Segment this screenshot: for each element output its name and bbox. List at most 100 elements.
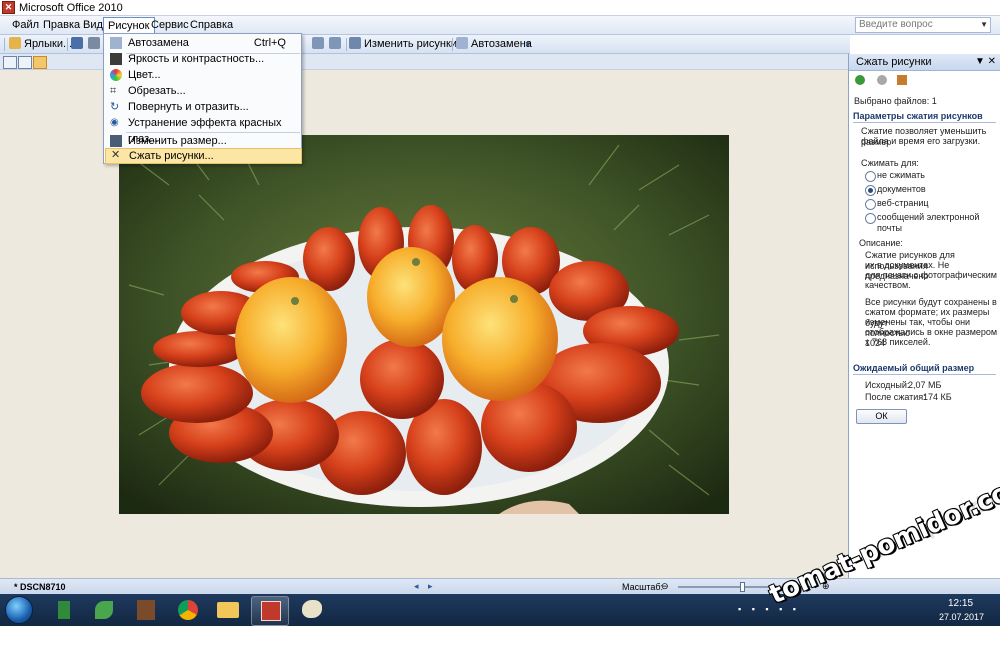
shortcut-icon xyxy=(9,37,21,49)
toolbar-separator xyxy=(452,38,453,51)
tomato-photo xyxy=(119,135,729,514)
files-selected-text: Выбрано файлов: 1 xyxy=(854,96,937,106)
option-label: документов xyxy=(877,184,926,194)
zoom-slider-thumb[interactable] xyxy=(740,582,745,592)
clock-time[interactable]: 12:15 xyxy=(948,598,973,609)
help-search-input[interactable]: Введите вопрос ▼ xyxy=(855,17,991,33)
task-pane-header: Сжать рисунки ▼ ✕ xyxy=(849,54,1000,71)
start-button[interactable] xyxy=(5,596,33,624)
menu-file[interactable]: Файл xyxy=(8,17,43,33)
filmstrip-view-icon[interactable] xyxy=(18,56,32,69)
radio-web-pages[interactable] xyxy=(865,199,876,210)
radio-documents[interactable] xyxy=(865,185,876,196)
autocorrect-label: Автозамена xyxy=(471,38,532,50)
window-title: Microsoft Office 2010 xyxy=(19,2,123,14)
zoom-label: Масштаб: xyxy=(622,582,664,592)
menu-item-label: Повернуть и отразить... xyxy=(128,101,249,113)
menu-item-rotate-flip[interactable]: ↻ Повернуть и отразить... xyxy=(105,99,300,115)
edit-pictures-button[interactable]: Изменить рисунки... xyxy=(349,37,466,52)
compress-for-label: Сжимать для: xyxy=(861,158,919,168)
office-app-icon: ✕ xyxy=(2,1,15,14)
rotate-icon xyxy=(312,37,324,49)
menu-item-label: Изменить размер... xyxy=(128,135,227,147)
description-line: x 768 пикселей. xyxy=(865,337,931,347)
windows-taskbar: ▪ ▪ ▪ ▪ ▪ 12:15 27.07.2017 xyxy=(0,594,1000,626)
close-icon[interactable]: ▼ ✕ xyxy=(975,56,996,67)
help-search-placeholder: Введите вопрос xyxy=(859,19,933,30)
zoom-out-icon[interactable]: ⊖ xyxy=(661,581,669,592)
menu-item-crop[interactable]: ⌗ Обрезать... xyxy=(105,83,300,99)
back-icon[interactable] xyxy=(855,75,865,85)
color-wheel-icon xyxy=(110,69,122,81)
explorer-icon[interactable] xyxy=(210,596,246,624)
edit-pictures-icon xyxy=(349,37,361,49)
print-icon xyxy=(88,37,100,49)
chevron-down-icon[interactable]: ▼ xyxy=(980,18,988,32)
autocorrect-button[interactable]: Автозамена xyxy=(456,37,532,52)
print-button[interactable] xyxy=(88,37,103,52)
menu-item-autocorrect[interactable]: Автозамена Ctrl+Q xyxy=(105,35,300,51)
after-size-label: После сжатия: xyxy=(865,392,926,402)
forward-icon[interactable] xyxy=(877,75,887,85)
menu-item-compress-pictures[interactable]: ✕ Сжать рисунки... xyxy=(105,148,302,164)
expected-size-heading: Ожидаемый общий размер xyxy=(853,363,996,375)
taskbar-app-icon[interactable] xyxy=(46,596,82,624)
resize-icon xyxy=(110,135,122,147)
save-icon xyxy=(71,37,83,49)
file-tab[interactable]: * DSCN8710 xyxy=(14,580,66,594)
status-bar: * DSCN8710 ◂ ▸ Масштаб: ⊖ ⊕ xyxy=(0,578,1000,594)
picture-manager-task[interactable] xyxy=(251,596,289,626)
menu-item-label: Обрезать... xyxy=(128,85,186,97)
params-desc-line-2: файла и время его загрузки. xyxy=(861,136,981,146)
menu-item-label: Автозамена xyxy=(128,37,189,49)
title-bar: ✕ Microsoft Office 2010 xyxy=(0,0,1000,16)
edit-pictures-label: Изменить рисунки... xyxy=(364,38,467,50)
autocorrect-icon xyxy=(110,37,122,49)
radio-email[interactable] xyxy=(865,213,876,224)
eye-icon: ◉ xyxy=(110,117,119,128)
menu-item-red-eye[interactable]: ◉ Устранение эффекта красных глаз... xyxy=(105,115,300,145)
menu-item-resize[interactable]: Изменить размер... xyxy=(105,133,300,149)
radio-no-compression[interactable] xyxy=(865,171,876,182)
screen-bottom-margin xyxy=(0,626,1000,660)
paint-icon[interactable] xyxy=(294,596,330,624)
menu-item-brightness-contrast[interactable]: Яркость и контрастность... xyxy=(105,51,300,67)
compress-params-heading: Параметры сжатия рисунков xyxy=(853,111,996,123)
toolbar-separator xyxy=(67,38,68,51)
chrome-icon[interactable] xyxy=(170,596,206,624)
original-size-value: 2,07 МБ xyxy=(908,380,942,390)
thumbnail-view-icon[interactable] xyxy=(3,56,17,69)
flip-icon xyxy=(329,37,341,49)
tray-icons[interactable]: ▪ ▪ ▪ ▪ ▪ xyxy=(738,604,808,616)
description-label: Описание: xyxy=(859,238,903,248)
taskbar-app-icon[interactable] xyxy=(86,596,122,624)
autocorrect-icon xyxy=(456,37,468,49)
menu-item-label: Цвет... xyxy=(128,69,161,81)
rotate-button[interactable] xyxy=(312,37,327,52)
option-label: сообщений электронной почты xyxy=(877,212,980,233)
single-picture-view-icon[interactable] xyxy=(33,56,47,69)
flip-button[interactable] xyxy=(329,37,344,52)
home-icon[interactable] xyxy=(897,75,907,85)
menu-item-shortcut: Ctrl+Q xyxy=(253,37,286,49)
tomato-photo-graphic xyxy=(119,135,729,514)
picture-menu-dropdown: Автозамена Ctrl+Q Яркость и контрастност… xyxy=(103,33,302,164)
taskbar-app-icon[interactable] xyxy=(128,596,164,624)
menu-help[interactable]: Справка xyxy=(186,17,237,33)
shortcuts-button[interactable]: Ярлыки... xyxy=(9,37,72,52)
toolbar-separator xyxy=(346,38,347,51)
rotate-icon: ↻ xyxy=(110,101,120,113)
menu-item-color[interactable]: Цвет... xyxy=(105,67,300,83)
after-size-value: 174 КБ xyxy=(923,392,952,402)
shortcuts-label: Ярлыки... xyxy=(24,38,73,50)
clock-date[interactable]: 27.07.2017 xyxy=(939,612,984,622)
crop-icon: ⌗ xyxy=(110,85,117,97)
toolbar-options-icon[interactable]: ▼ xyxy=(524,37,532,52)
task-pane-title: Сжать рисунки xyxy=(856,56,932,68)
ok-button[interactable]: ОК xyxy=(856,409,907,424)
next-picture-icon[interactable]: ▸ xyxy=(428,581,433,592)
save-button[interactable] xyxy=(71,37,86,52)
option-label: веб-страниц xyxy=(877,198,929,208)
menu-edit[interactable]: Правка xyxy=(39,17,84,33)
prev-picture-icon[interactable]: ◂ xyxy=(414,581,419,592)
